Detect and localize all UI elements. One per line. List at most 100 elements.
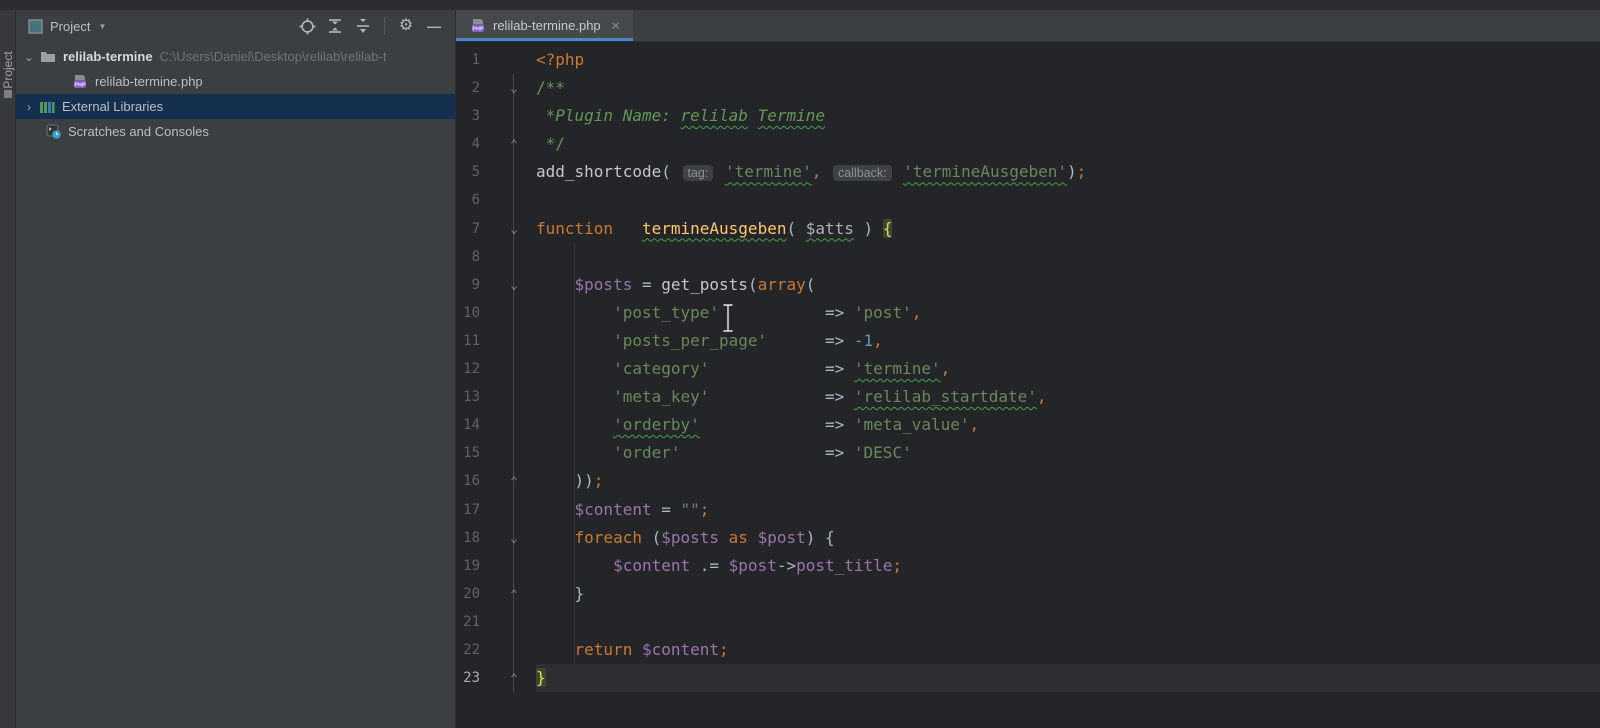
line-number: 9 — [456, 271, 480, 299]
tree-row-project-root[interactable]: ⌄ relilab-termine C:\Users\Daniel\Deskto… — [16, 44, 455, 69]
code-line[interactable]: 7⌄function termineAusgeben( $atts ) { — [456, 215, 1600, 243]
code-line[interactable]: 9⌄ $posts = get_posts(array( — [456, 271, 1600, 299]
code-token: ) — [854, 219, 883, 238]
code-line[interactable]: 5 add_shortcode( tag: 'termine', callback… — [456, 158, 1600, 186]
chevron-down-icon[interactable]: ▼ — [98, 22, 106, 31]
fold-close-icon[interactable]: ⌃ — [506, 130, 522, 158]
code-line[interactable]: 15 'order' => 'DESC' — [456, 439, 1600, 467]
line-number: 22 — [456, 636, 480, 664]
collapse-all-icon[interactable] — [352, 15, 374, 37]
code-token: 'order' — [613, 443, 680, 462]
gutter[interactable]: 14 — [456, 411, 536, 439]
code-line[interactable]: 18⌄ foreach ($posts as $post) { — [456, 524, 1600, 552]
code-token: Plugin Name: — [555, 106, 680, 125]
code-line[interactable]: 21 — [456, 608, 1600, 636]
fold-close-icon[interactable]: ⌃ — [506, 664, 522, 692]
project-stripe-button[interactable]: Project — [1, 51, 15, 88]
code-line[interactable]: 4⌃ */ — [456, 130, 1600, 158]
close-icon[interactable]: ✕ — [611, 19, 621, 33]
code-token — [681, 443, 826, 462]
code-line[interactable]: 14 'orderby' => 'meta_value', — [456, 411, 1600, 439]
gutter[interactable]: 7⌄ — [456, 215, 536, 243]
tree-item-label[interactable]: Scratches and Consoles — [68, 124, 209, 139]
tree-item-label[interactable]: relilab-termine.php — [95, 74, 203, 89]
code-line[interactable]: 2⌄/** — [456, 74, 1600, 102]
fold-open-icon[interactable]: ⌄ — [506, 215, 522, 243]
settings-gear-icon[interactable]: ⚙ — [395, 15, 417, 37]
fold-open-icon[interactable]: ⌄ — [506, 271, 522, 299]
gutter[interactable]: 4⌃ — [456, 130, 536, 158]
gutter[interactable]: 19 — [456, 552, 536, 580]
gutter[interactable]: 6 — [456, 186, 536, 214]
code-token: as — [729, 528, 748, 547]
code-line[interactable]: 16⌃ )); — [456, 467, 1600, 495]
code-line[interactable]: 23⌃} — [456, 664, 1600, 692]
expand-all-icon[interactable] — [324, 15, 346, 37]
code-line[interactable]: 13 'meta_key' => 'relilab_startdate', — [456, 383, 1600, 411]
fold-close-icon[interactable]: ⌃ — [506, 467, 522, 495]
code-token: } — [536, 668, 546, 687]
code-line[interactable]: 3 *Plugin Name: relilab Termine — [456, 102, 1600, 130]
gutter[interactable]: 15 — [456, 439, 536, 467]
code-line[interactable]: 12 'category' => 'termine', — [456, 355, 1600, 383]
gutter[interactable]: 22 — [456, 636, 536, 664]
tab-relilab-termine-php[interactable]: PHP relilab-termine.php ✕ — [456, 10, 633, 41]
tree-item-label[interactable]: relilab-termine — [63, 49, 153, 64]
code-text: 'category' => 'termine', — [536, 355, 1600, 383]
code-line[interactable]: 1<?php — [456, 46, 1600, 74]
chevron-collapsed-icon[interactable]: › — [22, 100, 36, 114]
code-token: -1 — [854, 331, 873, 350]
gutter[interactable]: 12 — [456, 355, 536, 383]
gutter[interactable]: 2⌄ — [456, 74, 536, 102]
tree-row-external-libraries[interactable]: › External Libraries — [16, 94, 455, 119]
gutter[interactable]: 10 — [456, 299, 536, 327]
gutter[interactable]: 16⌃ — [456, 467, 536, 495]
fold-open-icon[interactable]: ⌄ — [506, 524, 522, 552]
line-number: 1 — [456, 46, 480, 74]
code-line[interactable]: 11 'posts_per_page' => -1, — [456, 327, 1600, 355]
code-editor[interactable]: 1<?php2⌄/**3 *Plugin Name: relilab Termi… — [456, 42, 1600, 727]
code-text: } — [536, 580, 1600, 608]
tab-title: relilab-termine.php — [493, 18, 601, 33]
project-panel-title[interactable]: Project — [50, 19, 90, 34]
svg-text:PHP: PHP — [74, 82, 86, 88]
tree-item-label[interactable]: External Libraries — [62, 99, 163, 114]
gutter[interactable]: 8 — [456, 243, 536, 271]
code-token: /** — [536, 78, 565, 97]
code-line[interactable]: 8 — [456, 243, 1600, 271]
code-line[interactable]: 10 'post_type' => 'post', — [456, 299, 1600, 327]
code-line[interactable]: 17 $content = ""; — [456, 496, 1600, 524]
code-line[interactable]: 22 return $content; — [456, 636, 1600, 664]
fold-open-icon[interactable]: ⌄ — [506, 74, 522, 102]
gutter[interactable]: 5 — [456, 158, 536, 186]
gutter[interactable]: 11 — [456, 327, 536, 355]
gutter[interactable]: 1 — [456, 46, 536, 74]
line-number: 11 — [456, 327, 480, 355]
tree-row-php-file[interactable]: PHP relilab-termine.php — [16, 69, 455, 94]
tree-row-scratches[interactable]: Scratches and Consoles — [16, 119, 455, 144]
gutter[interactable]: 9⌄ — [456, 271, 536, 299]
code-token: ; — [594, 471, 604, 490]
chevron-expanded-icon[interactable]: ⌄ — [22, 50, 36, 64]
fold-close-icon[interactable]: ⌃ — [506, 580, 522, 608]
code-line[interactable]: 6 — [456, 186, 1600, 214]
gutter[interactable]: 18⌄ — [456, 524, 536, 552]
code-token: , — [941, 359, 951, 378]
code-text: $content = ""; — [536, 496, 1600, 524]
gutter[interactable]: 21 — [456, 608, 536, 636]
locate-icon[interactable] — [296, 15, 318, 37]
code-token — [748, 106, 758, 125]
gutter[interactable]: 13 — [456, 383, 536, 411]
hide-panel-icon[interactable]: — — [423, 15, 445, 37]
code-line[interactable]: 20⌃ } — [456, 580, 1600, 608]
gutter[interactable]: 23⌃ — [456, 664, 536, 692]
gutter[interactable]: 3 — [456, 102, 536, 130]
code-token — [536, 275, 575, 294]
gutter[interactable]: 17 — [456, 496, 536, 524]
code-text: add_shortcode( tag: 'termine', callback:… — [536, 158, 1600, 186]
gutter[interactable]: 20⌃ — [456, 580, 536, 608]
scratches-icon — [46, 124, 61, 139]
code-token: $content — [642, 640, 719, 659]
line-number: 5 — [456, 158, 480, 186]
code-line[interactable]: 19 $content .= $post->post_title; — [456, 552, 1600, 580]
